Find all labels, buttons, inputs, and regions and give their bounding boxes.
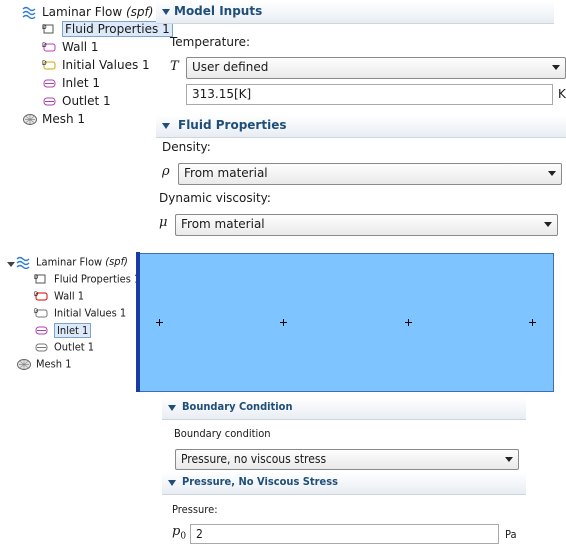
density-label: Density: <box>162 140 211 154</box>
tree-item-mesh[interactable]: Mesh 1 <box>16 355 72 372</box>
temperature-source-value: User defined <box>192 60 269 74</box>
tree-item-inlet[interactable]: Inlet 1 <box>42 75 100 92</box>
outlet-boundary-icon <box>34 341 50 354</box>
tree-root-tag: (spf) <box>105 255 128 268</box>
chevron-down-icon <box>548 171 556 176</box>
chevron-down-icon <box>552 65 560 70</box>
viscosity-value: From material <box>181 217 265 231</box>
tree-item-label: Initial Values 1 <box>54 306 127 320</box>
tree-root-laminar-flow[interactable]: Laminar Flow (spf) <box>16 253 128 270</box>
tree-item-inlet[interactable]: Inlet 1 <box>34 321 92 338</box>
pressure-header[interactable]: Pressure, No Viscous Stress <box>162 472 526 495</box>
boundary-condition-label: Boundary condition <box>174 427 271 440</box>
collapse-triangle-icon <box>162 123 170 129</box>
inlet-boundary-icon <box>42 77 58 90</box>
viscosity-symbol: μ <box>159 215 168 230</box>
pressure-title: Pressure, No Viscous Stress <box>182 475 339 488</box>
laminar-flow-icon <box>16 256 32 269</box>
boundary-condition-title: Boundary Condition <box>182 400 293 413</box>
density-value: From material <box>184 166 268 180</box>
wall-boundary-icon: D <box>42 41 58 54</box>
tree-item-label: Mesh 1 <box>36 357 72 371</box>
tree-item-label: Initial Values 1 <box>62 58 150 72</box>
mesh-icon <box>22 113 38 126</box>
geometry-domain[interactable] <box>138 253 554 392</box>
temperature-value: 313.15[K] <box>192 87 252 101</box>
pressure-value: 2 <box>196 527 203 541</box>
tree-item-initial-values[interactable]: D Initial Values 1 <box>42 57 150 74</box>
wall-boundary-icon: D <box>34 290 50 303</box>
model-inputs-header[interactable]: Model Inputs <box>156 1 554 24</box>
tree-item-mesh[interactable]: Mesh 1 <box>22 111 85 128</box>
tree-item-label: Mesh 1 <box>42 112 86 126</box>
pressure-symbol-subscript: 0 <box>180 531 187 542</box>
viscosity-label: Dynamic viscosity: <box>159 191 271 205</box>
fluid-properties-header[interactable]: Fluid Properties <box>156 115 566 138</box>
pressure-symbol: p0 <box>172 524 186 542</box>
tree-item-fluid-properties[interactable]: D Fluid Properties 1 <box>34 270 140 287</box>
density-symbol: ρ <box>162 164 170 179</box>
domain-feature-icon: D <box>34 273 50 286</box>
tree-item-label: Inlet 1 <box>62 76 101 90</box>
temperature-input[interactable]: 313.15[K] <box>186 84 553 105</box>
laminar-flow-icon <box>22 6 38 20</box>
svg-text:D: D <box>42 24 47 31</box>
tree-root-tag: (spf) <box>126 5 154 19</box>
selected-inlet-boundary[interactable] <box>136 252 140 392</box>
tree-item-label: Outlet 1 <box>62 94 111 108</box>
svg-text:D: D <box>34 274 38 281</box>
boundary-condition-value: Pressure, no viscous stress <box>181 452 327 466</box>
tree-item-outlet[interactable]: Outlet 1 <box>34 338 94 355</box>
mesh-icon <box>16 358 32 371</box>
domain-feature-icon: D <box>42 23 58 36</box>
density-select[interactable]: From material <box>178 163 562 185</box>
collapse-triangle-icon <box>168 405 176 411</box>
chevron-down-icon <box>544 222 552 227</box>
vertex-point[interactable] <box>280 319 287 326</box>
tree-root-label: Laminar Flow <box>36 255 103 269</box>
tree-item-label: Fluid Properties 1 <box>54 272 141 286</box>
svg-text:D: D <box>42 60 47 67</box>
tree-item-label: Outlet 1 <box>54 340 95 354</box>
tree-item-fluid-properties[interactable]: D Fluid Properties 1 <box>42 21 173 38</box>
vertex-point[interactable] <box>156 319 163 326</box>
boundary-condition-select[interactable]: Pressure, no viscous stress <box>175 449 519 470</box>
vertex-point[interactable] <box>529 319 536 326</box>
model-inputs-title: Model Inputs <box>174 4 263 18</box>
outlet-boundary-icon <box>42 95 58 108</box>
temperature-label: Temperature: <box>170 35 251 49</box>
tree-item-outlet[interactable]: Outlet 1 <box>42 93 111 110</box>
chevron-down-icon <box>505 457 513 462</box>
tree-root-laminar-flow[interactable]: Laminar Flow (spf) <box>22 4 153 21</box>
pressure-unit: Pa <box>505 528 517 541</box>
pressure-label: Pressure: <box>172 503 218 516</box>
fluid-properties-title: Fluid Properties <box>178 118 287 132</box>
tree-expand-icon[interactable] <box>7 262 15 267</box>
svg-text:D: D <box>34 308 38 315</box>
svg-text:D: D <box>42 42 47 49</box>
initial-values-icon: D <box>34 307 50 320</box>
collapse-triangle-icon <box>168 480 176 486</box>
inlet-boundary-icon <box>34 324 50 337</box>
tree-item-wall[interactable]: D Wall 1 <box>34 287 84 304</box>
temperature-unit: K <box>558 87 566 101</box>
tree-root-label: Laminar Flow <box>42 5 123 19</box>
tree-item-initial-values[interactable]: D Initial Values 1 <box>34 304 126 321</box>
vertex-point[interactable] <box>405 319 412 326</box>
viscosity-select[interactable]: From material <box>175 214 558 236</box>
initial-values-icon: D <box>42 59 58 72</box>
tree-item-label: Wall 1 <box>62 40 99 54</box>
pressure-input[interactable]: 2 <box>190 524 499 544</box>
collapse-triangle-icon <box>162 9 170 15</box>
tree-item-wall[interactable]: D Wall 1 <box>42 39 99 56</box>
boundary-condition-header[interactable]: Boundary Condition <box>162 397 526 420</box>
temperature-source-select[interactable]: User defined <box>186 57 566 79</box>
svg-text:D: D <box>34 291 38 298</box>
tree-item-label: Inlet 1 <box>54 322 92 338</box>
tree-item-label: Wall 1 <box>54 289 85 303</box>
temperature-symbol: T <box>170 59 179 74</box>
